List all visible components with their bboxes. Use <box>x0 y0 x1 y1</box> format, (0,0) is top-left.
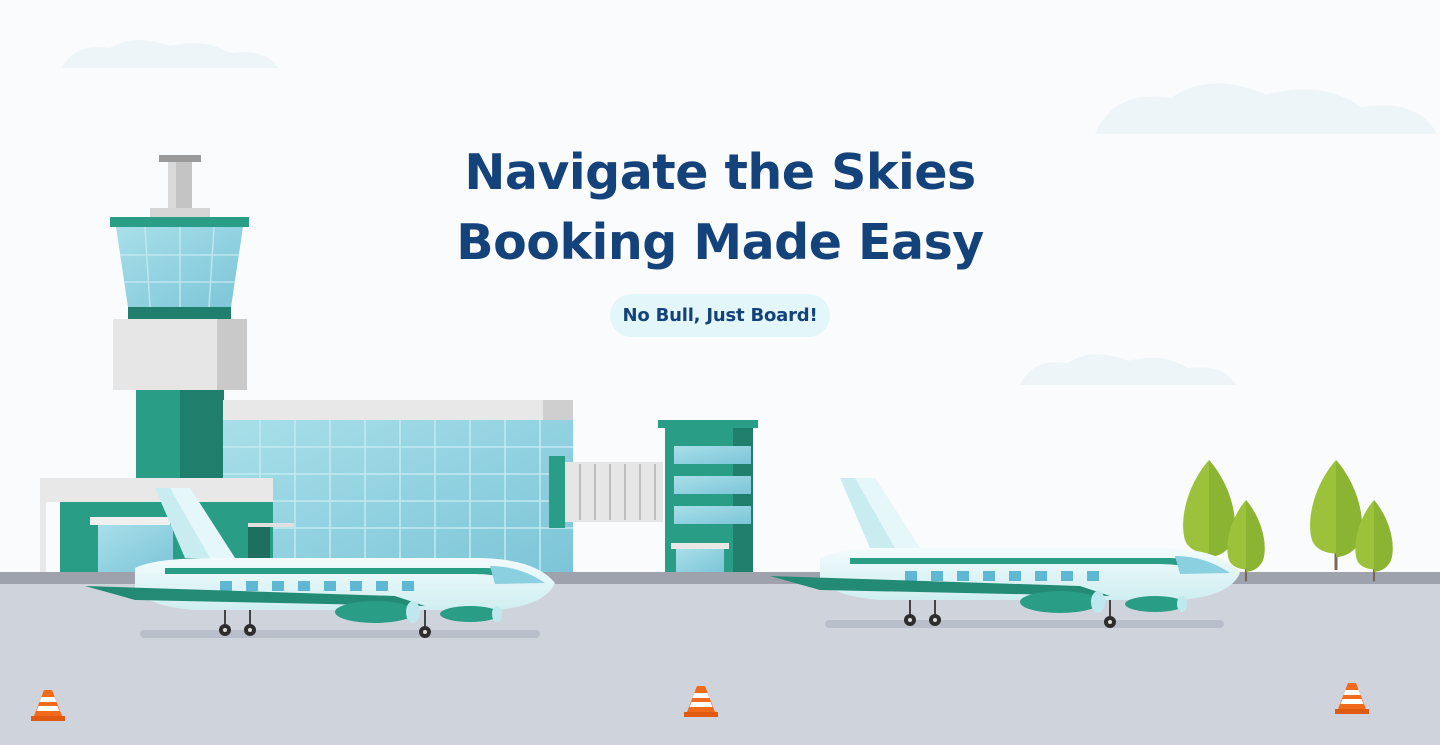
tagline-badge: No Bull, Just Board! <box>609 294 831 337</box>
tree-icon <box>1355 500 1393 582</box>
hero-title-line1: Navigate the Skies <box>464 144 976 201</box>
cloud-icon <box>1095 83 1437 134</box>
airport-illustration <box>0 39 1440 745</box>
terminal-building-icon <box>40 400 573 572</box>
jet-bridge-icon <box>565 420 758 572</box>
hero-section: Navigate the Skies Booking Made Easy No … <box>0 138 1440 337</box>
cloud-icon <box>1020 354 1236 385</box>
tree-icon <box>1310 460 1362 570</box>
cloud-icon <box>62 39 278 68</box>
hero-title-line2: Booking Made Easy <box>456 214 984 271</box>
